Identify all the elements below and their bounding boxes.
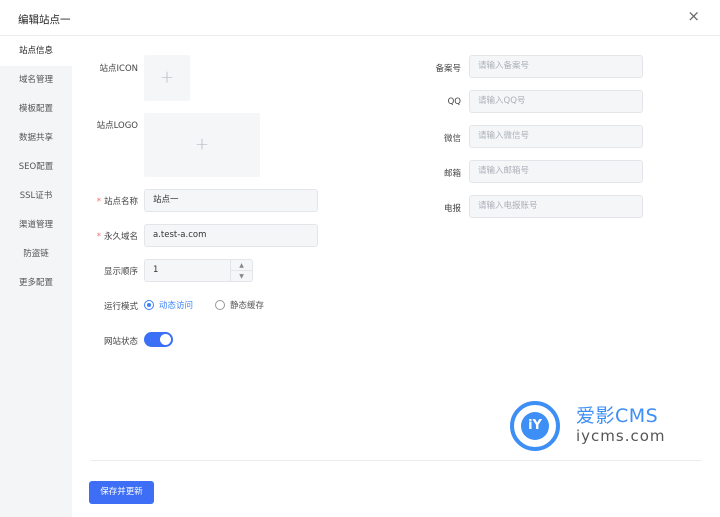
dialog-header: 编辑站点一 × — [0, 0, 720, 36]
mode-option-label: 动态访问 — [159, 301, 194, 311]
icp-input[interactable]: 请输入备案号 — [469, 55, 643, 78]
iycms-logo-glyph: iY — [521, 412, 549, 440]
telegram-label: 电报 — [443, 204, 461, 214]
sidebar-item-more[interactable]: 更多配置 — [0, 269, 72, 298]
footer-divider — [90, 460, 702, 461]
status-switch[interactable] — [144, 332, 173, 347]
status-label: 网站状态 — [103, 337, 138, 347]
radio-checked-icon — [144, 300, 154, 310]
telegram-input[interactable]: 请输入电报账号 — [469, 195, 643, 218]
mode-label: 运行模式 — [103, 302, 138, 312]
icon-label: 站点ICON — [99, 64, 139, 74]
site-name-input[interactable]: 站点一 — [144, 189, 318, 212]
sidebar-item-channel[interactable]: 渠道管理 — [0, 211, 72, 240]
radio-unchecked-icon — [215, 300, 226, 310]
logo-label: 站点LOGO — [96, 121, 138, 131]
order-stepper[interactable]: 1 ▲ ▼ — [144, 259, 253, 282]
close-icon[interactable]: × — [687, 9, 700, 24]
site-name-label-text: 站点名称 — [103, 197, 138, 207]
qq-label: QQ — [447, 97, 461, 107]
mode-radio-static[interactable]: 静态缓存 — [215, 299, 264, 311]
plus-icon: + — [194, 134, 210, 155]
order-label: 显示顺序 — [103, 267, 138, 277]
main-panel: 站点ICON + 站点LOGO + * 站点名称 站点一 * 永久域名 a.test… — [72, 37, 720, 517]
sidebar-item-data-share[interactable]: 数据共享 — [0, 124, 72, 153]
save-button[interactable]: 保存并更新 — [89, 481, 154, 504]
mode-radio-dynamic[interactable]: 动态访问 — [144, 299, 193, 311]
dialog-title: 编辑站点一 — [18, 14, 71, 26]
domain-label-text: 永久域名 — [103, 232, 138, 242]
sidebar-item-hotlink[interactable]: 防盗链 — [0, 240, 72, 269]
logo-upload[interactable]: + — [144, 113, 260, 177]
domain-input[interactable]: a.test-a.com — [144, 224, 318, 247]
wechat-input[interactable]: 请输入微信号 — [469, 125, 643, 148]
plus-icon: + — [159, 67, 175, 88]
sidebar-item-seo[interactable]: SEO配置 — [0, 153, 72, 182]
wechat-label: 微信 — [443, 134, 461, 144]
switch-knob — [160, 334, 171, 345]
mode-radio-group: 动态访问 静态缓存 — [144, 299, 286, 311]
sidebar-item-domain[interactable]: 域名管理 — [0, 66, 72, 95]
logo-text-en: iycms.com — [576, 427, 666, 445]
email-label: 邮箱 — [443, 169, 461, 179]
iycms-logo: iY 爱影CMS iycms.com — [510, 399, 710, 455]
decrement-icon[interactable]: ▼ — [230, 271, 252, 282]
increment-icon[interactable]: ▲ — [230, 260, 252, 271]
icp-label: 备案号 — [435, 64, 461, 74]
qq-input[interactable]: 请输入QQ号 — [469, 90, 643, 113]
order-value: 1 — [153, 265, 159, 275]
sidebar-item-site-info[interactable]: 站点信息 — [0, 37, 72, 66]
iycms-logo-mark: iY — [510, 401, 560, 451]
required-mark: * — [96, 232, 101, 242]
domain-label: * 永久域名 — [72, 230, 138, 242]
site-name-label: * 站点名称 — [72, 195, 138, 207]
sidebar-item-ssl[interactable]: SSL证书 — [0, 182, 72, 211]
icon-upload[interactable]: + — [144, 55, 190, 101]
email-input[interactable]: 请输入邮箱号 — [469, 160, 643, 183]
mode-option-label: 静态缓存 — [230, 301, 265, 311]
logo-text-cn: 爱影CMS — [576, 405, 659, 427]
sidebar: 站点信息 域名管理 模板配置 数据共享 SEO配置 SSL证书 渠道管理 防盗链… — [0, 37, 72, 517]
sidebar-item-template[interactable]: 模板配置 — [0, 95, 72, 124]
required-mark: * — [96, 197, 101, 207]
